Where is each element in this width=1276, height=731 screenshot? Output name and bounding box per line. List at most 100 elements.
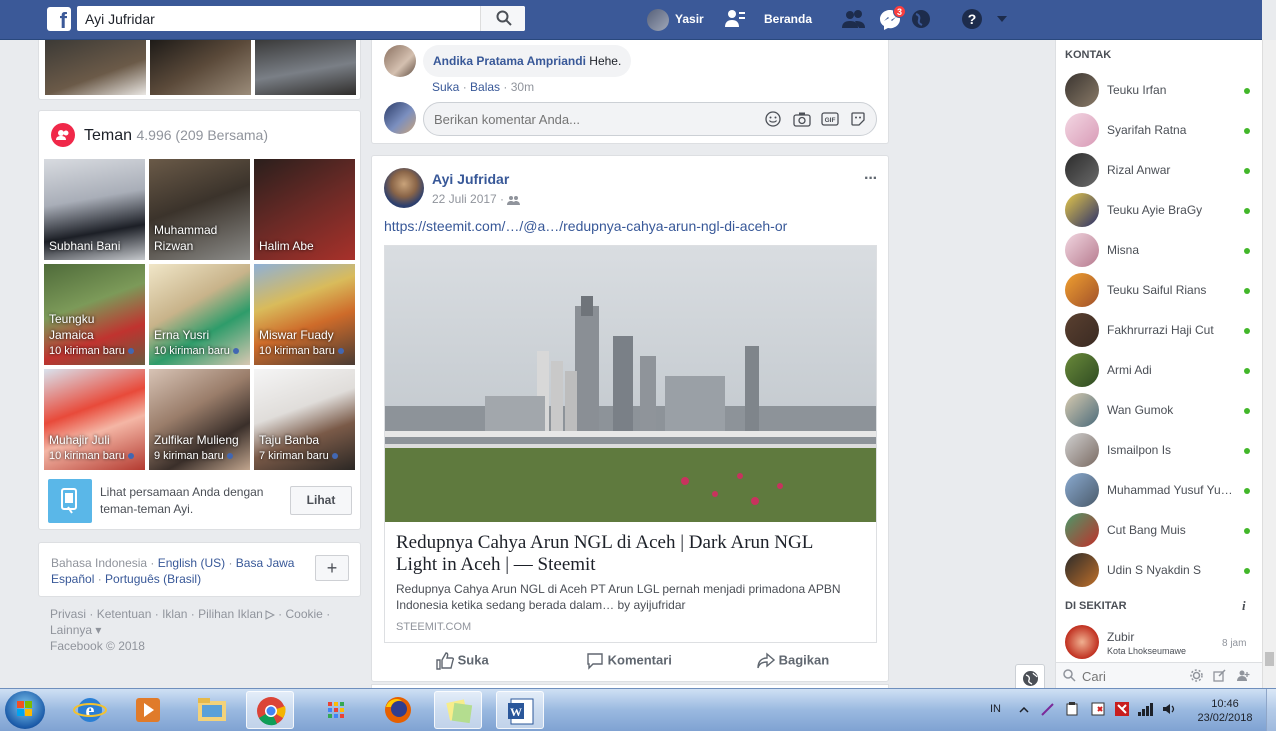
friend-tile[interactable]: Taju Banba 7 kiriman baru	[254, 369, 355, 470]
search-button[interactable]	[480, 6, 525, 31]
photo-thumbnail[interactable]	[45, 40, 146, 95]
avatar	[1065, 113, 1099, 147]
contact-item[interactable]: Teuku Ayie BraGy	[1058, 190, 1256, 230]
friends-audience-icon[interactable]	[507, 195, 521, 205]
add-language-button[interactable]: +	[315, 555, 349, 581]
language-link[interactable]: Español	[51, 572, 94, 586]
language-link[interactable]: English (US)	[158, 556, 225, 570]
friend-tile[interactable]: Halim Abe	[254, 159, 355, 260]
emoji-icon[interactable]	[765, 111, 781, 127]
compose-icon[interactable]	[1213, 669, 1226, 682]
contact-item[interactable]: Muhammad Yusuf Yu…	[1058, 470, 1256, 510]
friend-tile[interactable]: Teungku Jamaica 10 kiriman baru	[44, 264, 145, 365]
avatar	[1065, 353, 1099, 387]
sticker-icon[interactable]	[850, 111, 866, 127]
word-icon[interactable]: W	[496, 691, 544, 729]
search-icon	[1063, 669, 1076, 682]
contact-item[interactable]: Rizal Anwar	[1058, 150, 1256, 190]
volume-icon[interactable]	[1161, 701, 1177, 717]
avatar[interactable]	[384, 45, 416, 77]
footer-link[interactable]: Pilihan Iklan	[198, 607, 263, 621]
contact-item[interactable]: Cut Bang Muis	[1058, 510, 1256, 550]
footer-link[interactable]: Iklan	[162, 607, 187, 621]
post-url-link[interactable]: https://steemit.com/…/@a…/redupnya-cahya…	[384, 218, 787, 234]
contact-item[interactable]: Misna	[1058, 230, 1256, 270]
info-icon[interactable]: i	[1242, 598, 1246, 614]
contact-item[interactable]: Teuku Saiful Rians	[1058, 270, 1256, 310]
signal-strength-icon[interactable]	[1137, 701, 1155, 717]
page-scrollbar[interactable]	[1262, 40, 1276, 688]
photo-thumbnail[interactable]	[150, 40, 251, 95]
pen-icon[interactable]	[1040, 701, 1056, 717]
media-player-icon[interactable]	[124, 691, 172, 729]
link-preview[interactable]: Redupnya Cahya Arun NGL di Aceh | Dark A…	[384, 245, 877, 643]
footer-link[interactable]: Cookie	[286, 607, 323, 621]
chat-search-input[interactable]	[1082, 665, 1182, 687]
account-menu-chevron-down-icon[interactable]	[996, 15, 1008, 23]
link-preview-image	[385, 246, 876, 522]
comment-author[interactable]: Andika Pratama Ampriandi	[433, 54, 586, 68]
share-button[interactable]: Bagikan	[757, 652, 829, 670]
security-icon[interactable]	[1090, 701, 1106, 717]
friend-tile[interactable]: Muhajir Juli 10 kiriman baru	[44, 369, 145, 470]
post-options-menu-icon[interactable]: ···	[864, 170, 878, 188]
friend-tile[interactable]: Zulfikar Mulieng 9 kiriman baru	[149, 369, 250, 470]
chrome-icon[interactable]	[246, 691, 294, 729]
footer-link[interactable]: Ketentuan	[97, 607, 152, 621]
gear-icon[interactable]	[1190, 669, 1203, 682]
contact-item[interactable]: Wan Gumok	[1058, 390, 1256, 430]
start-button[interactable]	[5, 691, 45, 729]
internet-explorer-icon[interactable]: e	[66, 691, 114, 729]
nearby-contact-item[interactable]: Zubir Kota Lhokseumawe 8 jam	[1058, 622, 1256, 660]
camera-icon[interactable]	[793, 111, 811, 127]
help-icon[interactable]: ?	[961, 8, 983, 30]
home-link[interactable]: Beranda	[764, 0, 812, 40]
apps-grid-icon[interactable]	[312, 691, 360, 729]
find-friends-icon[interactable]	[724, 8, 746, 30]
link-preview-title[interactable]: Redupnya Cahya Arun NGL di Aceh | Dark A…	[396, 532, 856, 576]
comment-input[interactable]	[434, 103, 754, 135]
post-author[interactable]: Ayi Jufridar	[432, 171, 509, 187]
friends-title[interactable]: Teman 4.996 (209 Bersama)	[84, 127, 268, 145]
comment-text: Hehe.	[589, 54, 622, 68]
contact-item[interactable]: Udin S Nyakdin S	[1058, 550, 1256, 590]
search-input[interactable]	[77, 6, 477, 31]
antivirus-icon[interactable]	[1114, 701, 1130, 717]
notifications-globe-icon[interactable]	[910, 8, 932, 30]
friend-tile[interactable]: Muhammad Rizwan	[149, 159, 250, 260]
facebook-logo-icon[interactable]: f	[47, 7, 71, 31]
file-explorer-icon[interactable]	[188, 691, 236, 729]
footer-link[interactable]: Privasi	[50, 607, 86, 621]
friend-tile[interactable]: Subhani Bani	[44, 159, 145, 260]
firefox-icon[interactable]	[374, 691, 422, 729]
contact-item[interactable]: Armi Adi	[1058, 350, 1256, 390]
photo-thumbnail[interactable]	[255, 40, 356, 95]
contact-item[interactable]: Syarifah Ratna	[1058, 110, 1256, 150]
friend-tile[interactable]: Erna Yusri 10 kiriman baru	[149, 264, 250, 365]
post-date[interactable]: 22 Juli 2017	[432, 192, 497, 206]
comment-like-link[interactable]: Suka	[432, 80, 459, 94]
language-link[interactable]: Basa Jawa	[236, 556, 295, 570]
contact-item[interactable]: Teuku Irfan	[1058, 70, 1256, 110]
friend-tile[interactable]: Miswar Fuady 10 kiriman baru	[254, 264, 355, 365]
contact-item[interactable]: Fakhrurrazi Haji Cut	[1058, 310, 1256, 350]
compare-friends-button[interactable]: Lihat	[290, 486, 352, 515]
contact-item[interactable]: Ismailpon Is	[1058, 430, 1256, 470]
show-hidden-icons-chevron-up-icon[interactable]	[1019, 707, 1029, 713]
gif-icon[interactable]: GIF	[821, 111, 839, 127]
clock[interactable]: 10:46 23/02/2018	[1190, 697, 1260, 725]
profile-link[interactable]: Yasir	[647, 0, 704, 40]
footer-link[interactable]: Lainnya	[50, 623, 92, 637]
create-group-icon[interactable]	[1237, 669, 1251, 682]
language-link[interactable]: Português (Brasil)	[105, 572, 201, 586]
show-desktop-button[interactable]	[1266, 689, 1276, 731]
input-language[interactable]: IN	[990, 703, 1001, 715]
scrollbar-thumb[interactable]	[1265, 652, 1274, 666]
like-button[interactable]: Suka	[436, 652, 489, 670]
usb-device-icon[interactable]	[1064, 701, 1080, 717]
comment-button[interactable]: Komentari	[586, 652, 672, 670]
sticky-notes-icon[interactable]	[434, 691, 482, 729]
comment-reply-link[interactable]: Balas	[470, 80, 500, 94]
friend-requests-icon[interactable]	[842, 8, 866, 30]
post-author-avatar[interactable]	[384, 168, 424, 208]
